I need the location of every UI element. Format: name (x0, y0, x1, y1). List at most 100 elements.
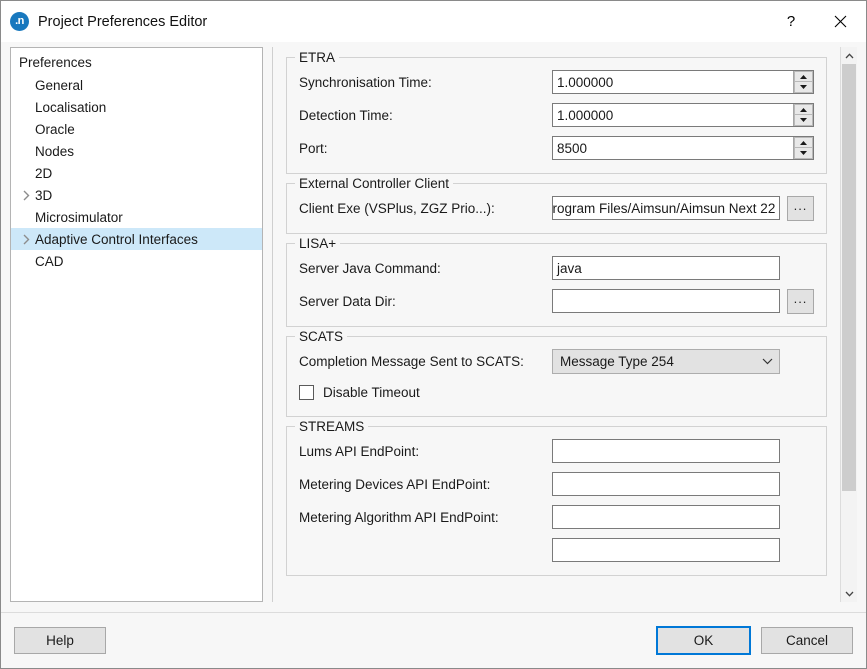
label-server-data-dir: Server Data Dir: (299, 294, 552, 309)
sidebar-item-nodes[interactable]: Nodes (11, 140, 262, 162)
group-title-external-controller-client: External Controller Client (295, 176, 453, 191)
help-button[interactable]: Help (14, 627, 106, 654)
label-synchronisation-time: Synchronisation Time: (299, 75, 552, 90)
group-etra: ETRA Synchronisation Time: 1.000000 (286, 57, 827, 174)
synchronisation-time-value[interactable]: 1.000000 (553, 71, 793, 93)
preferences-tree[interactable]: Preferences General Localisation Oracle … (10, 47, 263, 602)
detection-time-stepper[interactable]: 1.000000 (552, 103, 814, 127)
server-data-dir-browse-button[interactable]: ... (787, 289, 814, 314)
row-metering-devices-api-endpoint: Metering Devices API EndPoint: (299, 469, 814, 499)
sidebar-item-adaptive-control-interfaces[interactable]: Adaptive Control Interfaces (11, 228, 262, 250)
title-bar: .n Project Preferences Editor ? (1, 1, 866, 42)
help-question-icon[interactable]: ? (768, 1, 814, 42)
row-port: Port: 8500 (299, 133, 814, 163)
field-area-client-exe: :/Program Files/Aimsun/Aimsun Next 22 ..… (552, 196, 814, 221)
sidebar-item-3d[interactable]: 3D (11, 184, 262, 206)
row-detection-time: Detection Time: 1.000000 (299, 100, 814, 130)
server-data-dir-input[interactable] (552, 289, 780, 313)
content-vertical-scrollbar[interactable] (840, 47, 857, 602)
label-metering-devices-api-endpoint: Metering Devices API EndPoint: (299, 477, 552, 492)
window-title: Project Preferences Editor (38, 14, 207, 30)
group-title-scats: SCATS (295, 329, 347, 344)
dialog-body: Preferences General Localisation Oracle … (1, 42, 866, 612)
ok-button[interactable]: OK (656, 626, 751, 655)
spinner-down-icon[interactable] (794, 82, 813, 93)
sidebar-item-label: 3D (34, 188, 52, 203)
completion-message-select[interactable]: Message Type 254 (552, 349, 780, 374)
sidebar-item-cad[interactable]: CAD (11, 250, 262, 272)
spinner-up-icon[interactable] (794, 104, 813, 115)
help-question-glyph: ? (787, 13, 795, 30)
disable-timeout-checkbox[interactable] (299, 385, 314, 400)
close-icon[interactable] (814, 1, 866, 42)
label-client-exe: Client Exe (VSPlus, ZGZ Prio...): (299, 201, 552, 216)
row-completion-message: Completion Message Sent to SCATS: Messag… (299, 346, 814, 376)
tree-root-preferences: Preferences (11, 48, 262, 74)
chevron-right-icon[interactable] (18, 234, 34, 245)
spinner-down-icon[interactable] (794, 115, 813, 126)
spinner-up-icon[interactable] (794, 137, 813, 148)
metering-algorithm-api-endpoint-input[interactable] (552, 505, 780, 529)
sidebar-item-label: Localisation (34, 100, 106, 115)
sidebar-item-2d[interactable]: 2D (11, 162, 262, 184)
group-lisa-plus: LISA+ Server Java Command: java Server D… (286, 243, 827, 327)
sidebar-item-general[interactable]: General (11, 74, 262, 96)
detection-time-value[interactable]: 1.000000 (553, 104, 793, 126)
scroll-up-icon[interactable] (841, 47, 857, 64)
spinner-down-icon[interactable] (794, 148, 813, 159)
sidebar-item-label: Microsimulator (34, 210, 123, 225)
sidebar-item-label: Oracle (34, 122, 75, 137)
sidebar-item-microsimulator[interactable]: Microsimulator (11, 206, 262, 228)
sidebar-item-localisation[interactable]: Localisation (11, 96, 262, 118)
field-area-metering-algorithm-api-endpoint (552, 505, 814, 530)
metering-devices-api-endpoint-input[interactable] (552, 472, 780, 496)
field-area-port: 8500 (552, 136, 814, 160)
field-area-completion-message: Message Type 254 (552, 349, 814, 374)
field-area-detection-time: 1.000000 (552, 103, 814, 127)
scrollbar-thumb[interactable] (842, 64, 856, 491)
client-exe-input[interactable]: :/Program Files/Aimsun/Aimsun Next 22 (552, 196, 780, 220)
field-area-clipped-next-field (552, 538, 814, 563)
synchronisation-time-spin-buttons (793, 71, 813, 93)
port-value[interactable]: 8500 (553, 137, 793, 159)
field-area-server-data-dir: ... (552, 289, 814, 314)
aimsun-next-logo-icon: .n (10, 12, 29, 31)
row-server-data-dir: Server Data Dir: ... (299, 286, 814, 316)
detection-time-spin-buttons (793, 104, 813, 126)
label-lums-api-endpoint: Lums API EndPoint: (299, 444, 552, 459)
scrollbar-track[interactable] (841, 64, 857, 585)
row-metering-algorithm-api-endpoint: Metering Algorithm API EndPoint: (299, 502, 814, 532)
group-title-etra: ETRA (295, 50, 339, 65)
synchronisation-time-stepper[interactable]: 1.000000 (552, 70, 814, 94)
spinner-up-icon[interactable] (794, 71, 813, 82)
field-area-lums-api-endpoint (552, 439, 814, 464)
clipped-next-input[interactable] (552, 538, 780, 562)
row-clipped-next-field (299, 535, 814, 565)
group-scats: SCATS Completion Message Sent to SCATS: … (286, 336, 827, 417)
server-java-command-input[interactable]: java (552, 256, 780, 280)
sidebar-item-label: Nodes (34, 144, 74, 159)
group-title-lisa-plus: LISA+ (295, 236, 340, 251)
completion-message-value: Message Type 254 (560, 354, 762, 369)
lums-api-endpoint-input[interactable] (552, 439, 780, 463)
row-lums-api-endpoint: Lums API EndPoint: (299, 436, 814, 466)
sidebar-item-label: CAD (34, 254, 64, 269)
sidebar-item-oracle[interactable]: Oracle (11, 118, 262, 140)
sidebar-item-label: 2D (34, 166, 52, 181)
client-exe-browse-button[interactable]: ... (787, 196, 814, 221)
group-title-streams: STREAMS (295, 419, 368, 434)
content-area: ETRA Synchronisation Time: 1.000000 (272, 47, 857, 602)
label-detection-time: Detection Time: (299, 108, 552, 123)
row-client-exe: Client Exe (VSPlus, ZGZ Prio...): :/Prog… (299, 193, 814, 223)
chevron-right-icon[interactable] (18, 190, 34, 201)
field-area-server-java-command: java (552, 256, 814, 281)
cancel-button[interactable]: Cancel (761, 627, 853, 654)
label-port: Port: (299, 141, 552, 156)
chevron-down-icon (762, 358, 773, 365)
sidebar-item-label: Adaptive Control Interfaces (34, 232, 198, 247)
row-disable-timeout[interactable]: Disable Timeout (299, 378, 814, 406)
scroll-down-icon[interactable] (841, 585, 857, 602)
port-stepper[interactable]: 8500 (552, 136, 814, 160)
label-metering-algorithm-api-endpoint: Metering Algorithm API EndPoint: (299, 510, 552, 525)
group-streams: STREAMS Lums API EndPoint: Metering Devi… (286, 426, 827, 576)
